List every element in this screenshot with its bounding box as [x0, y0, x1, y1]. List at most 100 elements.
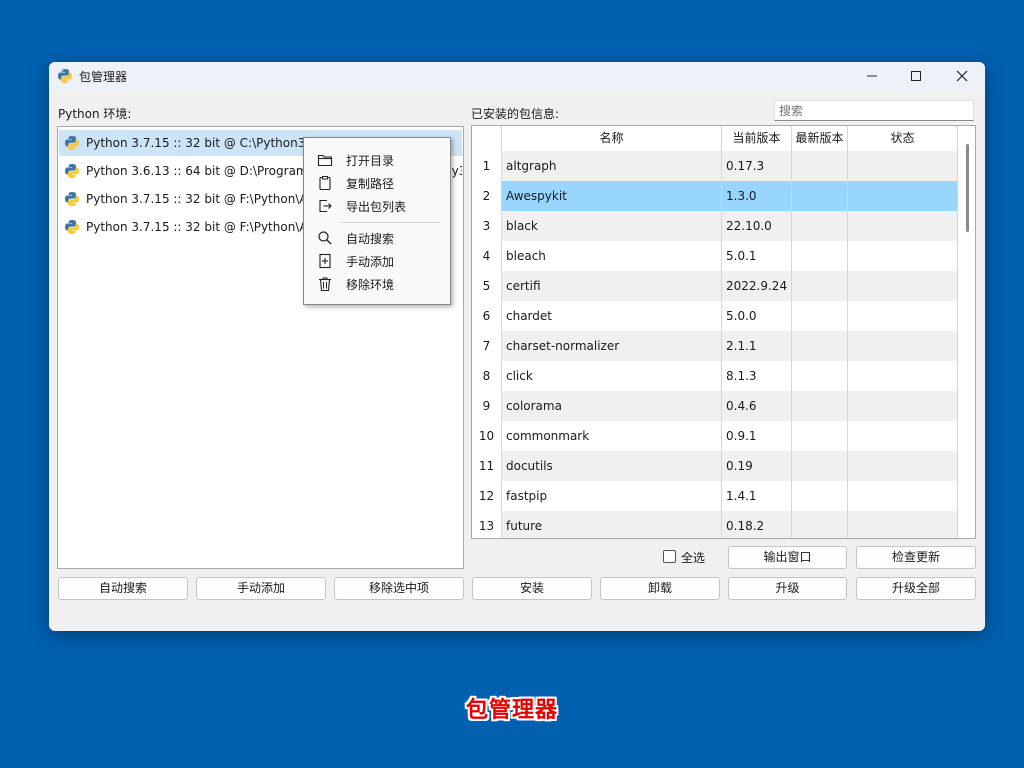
menu-item-manual-add[interactable]: 手动添加	[304, 249, 450, 272]
cell-status	[848, 181, 958, 211]
cell-status	[848, 331, 958, 361]
cell-latest-version	[792, 481, 848, 511]
header-corner	[472, 126, 502, 151]
cell-latest-version	[792, 271, 848, 301]
cell-name: bleach	[502, 241, 722, 271]
table-row[interactable]: 6 chardet 5.0.0	[472, 301, 958, 331]
uninstall-button[interactable]: 卸载	[600, 577, 720, 600]
table-row[interactable]: 12 fastpip 1.4.1	[472, 481, 958, 511]
table-row[interactable]: 10 commonmark 0.9.1	[472, 421, 958, 451]
vertical-scrollbar[interactable]	[959, 126, 975, 538]
select-all-checkbox[interactable]	[663, 550, 676, 563]
minimize-button[interactable]	[849, 62, 895, 90]
cell-status	[848, 271, 958, 301]
close-icon	[956, 70, 968, 82]
cell-latest-version	[792, 211, 848, 241]
python-logo-icon	[65, 192, 79, 206]
table-row[interactable]: 8 click 8.1.3	[472, 361, 958, 391]
menu-item-remove-env[interactable]: 移除环境	[304, 272, 450, 295]
column-header-latest-version[interactable]: 最新版本	[792, 126, 848, 151]
maximize-button[interactable]	[893, 62, 939, 90]
cell-name: Awespykit	[502, 181, 722, 211]
python-env-label: Python 环境:	[58, 107, 132, 121]
column-header-name[interactable]: 名称	[502, 126, 722, 151]
row-number: 13	[472, 511, 502, 538]
cell-current-version: 22.10.0	[722, 211, 792, 241]
minimize-icon	[867, 75, 877, 77]
output-window-button[interactable]: 输出窗口	[728, 546, 847, 569]
close-button[interactable]	[939, 62, 985, 90]
menu-item-auto-search[interactable]: 自动搜索	[304, 226, 450, 249]
cell-current-version: 2.1.1	[722, 331, 792, 361]
window-title: 包管理器	[79, 70, 128, 84]
remove-selected-button[interactable]: 移除选中项	[334, 577, 464, 600]
row-number: 1	[472, 151, 502, 181]
package-manager-window: 包管理器 Python 环境: Python 3.7.15 :: 32 bit …	[49, 62, 985, 631]
upgrade-all-button[interactable]: 升级全部	[856, 577, 976, 600]
install-button[interactable]: 安装	[472, 577, 592, 600]
table-row[interactable]: 9 colorama 0.4.6	[472, 391, 958, 421]
cell-latest-version	[792, 421, 848, 451]
cell-current-version: 5.0.1	[722, 241, 792, 271]
python-logo-icon	[65, 136, 79, 150]
cell-latest-version	[792, 241, 848, 271]
table-row[interactable]: 4 bleach 5.0.1	[472, 241, 958, 271]
cell-current-version: 5.0.0	[722, 301, 792, 331]
menu-item-copy-path[interactable]: 复制路径	[304, 171, 450, 194]
cell-name: black	[502, 211, 722, 241]
cell-latest-version	[792, 511, 848, 538]
column-header-current-version[interactable]: 当前版本	[722, 126, 792, 151]
row-number: 8	[472, 361, 502, 391]
upgrade-button[interactable]: 升级	[728, 577, 847, 600]
context-menu: 打开目录 复制路径 导出包列表 自动搜索 手动添加 移除环境	[303, 137, 451, 305]
cell-current-version: 0.19	[722, 451, 792, 481]
search-icon	[318, 231, 332, 245]
cell-current-version: 1.4.1	[722, 481, 792, 511]
table-row[interactable]: 11 docutils 0.19	[472, 451, 958, 481]
manual-add-button[interactable]: 手动添加	[196, 577, 326, 600]
cell-latest-version	[792, 181, 848, 211]
python-logo-icon	[58, 69, 72, 83]
row-number: 4	[472, 241, 502, 271]
table-row[interactable]: 7 charset-normalizer 2.1.1	[472, 331, 958, 361]
trash-icon	[319, 277, 331, 292]
add-file-icon	[319, 253, 331, 269]
env-item-label: Python 3.7.15 :: 32 bit @ C:\Python37	[86, 136, 313, 150]
table-row[interactable]: 1 altgraph 0.17.3	[472, 151, 958, 181]
scrollbar-thumb[interactable]	[966, 144, 969, 232]
table-row[interactable]: 13 future 0.18.2	[472, 511, 958, 538]
title-bar[interactable]: 包管理器	[49, 62, 985, 90]
select-all-label: 全选	[681, 551, 706, 565]
python-logo-icon	[65, 164, 79, 178]
menu-item-open-directory[interactable]: 打开目录	[304, 148, 450, 171]
packages-table[interactable]: 名称 当前版本 最新版本 状态 1 altgraph 0.17.3 2 Awespyki…	[471, 125, 976, 539]
table-row[interactable]: 3 black 22.10.0	[472, 211, 958, 241]
cell-name: fastpip	[502, 481, 722, 511]
cell-current-version: 0.18.2	[722, 511, 792, 538]
search-input[interactable]	[774, 100, 974, 121]
cell-name: commonmark	[502, 421, 722, 451]
cell-status	[848, 151, 958, 181]
cell-current-version: 8.1.3	[722, 361, 792, 391]
export-icon	[319, 199, 332, 213]
cell-latest-version	[792, 361, 848, 391]
row-number: 3	[472, 211, 502, 241]
row-number: 10	[472, 421, 502, 451]
menu-separator	[340, 222, 440, 223]
cell-latest-version	[792, 331, 848, 361]
column-header-status[interactable]: 状态	[848, 126, 958, 151]
table-row[interactable]: 2 Awespykit 1.3.0	[472, 181, 958, 211]
cell-status	[848, 301, 958, 331]
check-updates-button[interactable]: 检查更新	[856, 546, 976, 569]
cell-name: colorama	[502, 391, 722, 421]
cell-name: charset-normalizer	[502, 331, 722, 361]
cell-status	[848, 421, 958, 451]
cell-current-version: 0.9.1	[722, 421, 792, 451]
table-header: 名称 当前版本 最新版本 状态	[472, 126, 958, 152]
auto-search-button[interactable]: 自动搜索	[58, 577, 188, 600]
table-row[interactable]: 5 certifi 2022.9.24	[472, 271, 958, 301]
cell-latest-version	[792, 391, 848, 421]
cell-name: future	[502, 511, 722, 538]
clipboard-icon	[319, 176, 331, 191]
menu-item-export-list[interactable]: 导出包列表	[304, 194, 450, 217]
